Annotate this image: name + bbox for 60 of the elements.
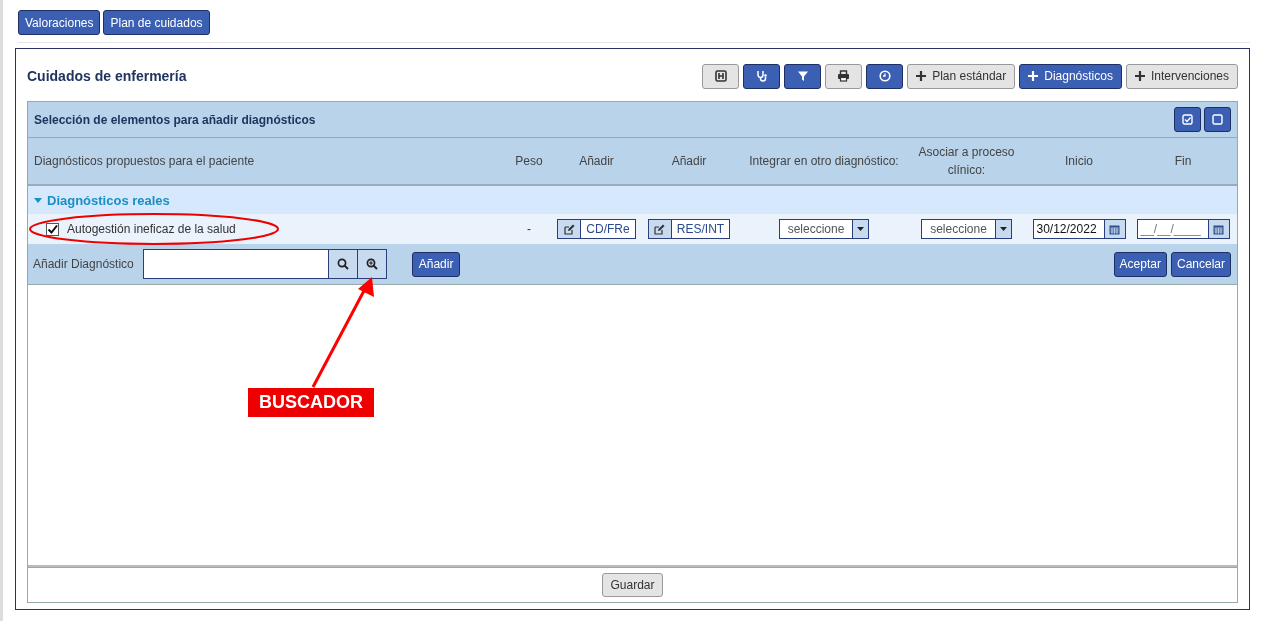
annotation-label: BUSCADOR bbox=[248, 388, 374, 417]
toolbar-button[interactable]: Plan estándar bbox=[907, 63, 1016, 89]
plus-icon bbox=[916, 71, 927, 81]
stethoscope-button[interactable] bbox=[743, 63, 781, 89]
clock-icon bbox=[878, 70, 891, 82]
section-title: Selección de elementos para añadir diagnósticos bbox=[34, 112, 316, 127]
edit-field[interactable]: RES/INT bbox=[647, 219, 731, 239]
action-button[interactable]: Cancelar bbox=[1170, 251, 1231, 277]
print-button[interactable] bbox=[825, 63, 863, 89]
filter-button[interactable] bbox=[784, 63, 822, 89]
toolbar-button[interactable]: Diagnósticos bbox=[1019, 63, 1122, 89]
caret-icon bbox=[999, 227, 1007, 231]
arrow-icon bbox=[310, 277, 376, 389]
deselect-all-button[interactable] bbox=[1204, 107, 1231, 132]
tab-button[interactable]: Valoraciones bbox=[18, 10, 101, 35]
save-button[interactable]: Guardar bbox=[602, 573, 663, 597]
add-button[interactable]: Añadir bbox=[411, 251, 461, 277]
search-button[interactable] bbox=[328, 249, 358, 279]
column-header: Añadir bbox=[670, 153, 708, 170]
toolbar-button[interactable]: Intervenciones bbox=[1125, 63, 1238, 89]
save-icon bbox=[714, 70, 727, 82]
calendar-icon bbox=[1213, 223, 1224, 235]
diagnosis-name: Autogestión ineficaz de la salud bbox=[67, 222, 236, 236]
square-icon bbox=[1212, 114, 1223, 125]
column-header: Integrar en otro diagnóstico: bbox=[748, 153, 900, 170]
select-dropdown[interactable]: seleccione bbox=[778, 219, 870, 239]
print-icon bbox=[837, 70, 851, 82]
column-header: Diagnósticos propuestos para el paciente bbox=[33, 153, 256, 170]
save-button[interactable] bbox=[702, 63, 740, 89]
select-all-button[interactable] bbox=[1174, 107, 1201, 132]
stethoscope-icon bbox=[755, 70, 768, 82]
zoom-in-icon bbox=[365, 258, 378, 270]
date-field[interactable]: 30/12/2022 bbox=[1032, 219, 1126, 239]
checkbox[interactable] bbox=[46, 222, 59, 236]
tab-button[interactable]: Plan de cuidados bbox=[103, 10, 210, 35]
edit-field[interactable]: CD/FRe bbox=[557, 219, 636, 239]
column-header: Fin bbox=[1173, 153, 1193, 170]
search-icon bbox=[336, 258, 349, 270]
clock-button[interactable] bbox=[866, 63, 904, 89]
select-dropdown[interactable]: seleccione bbox=[921, 219, 1012, 239]
search-field[interactable] bbox=[142, 249, 329, 279]
caret-icon bbox=[857, 227, 865, 231]
plus-icon bbox=[1028, 71, 1039, 81]
add-diagnosis-label: Añadir Diagnóstico bbox=[33, 257, 134, 271]
column-header: Asociar a proceso clínico: bbox=[917, 144, 1016, 179]
panel-title: Cuidados de enfermería bbox=[27, 68, 187, 84]
column-header: Inicio bbox=[1064, 153, 1094, 170]
caret-icon bbox=[34, 196, 42, 204]
advanced-search-button[interactable] bbox=[357, 249, 387, 279]
edit-icon bbox=[563, 223, 575, 235]
checkbox-icon bbox=[1182, 114, 1193, 125]
column-header: Añadir bbox=[578, 153, 615, 170]
date-field[interactable]: __/__/____ bbox=[1136, 219, 1230, 239]
filter-icon bbox=[796, 70, 809, 82]
weight-cell-text: - bbox=[526, 222, 532, 236]
column-header: Peso bbox=[514, 153, 544, 170]
plus-icon bbox=[1134, 71, 1145, 81]
edit-icon bbox=[654, 223, 666, 235]
action-button[interactable]: Aceptar bbox=[1113, 251, 1167, 277]
calendar-icon bbox=[1109, 223, 1120, 235]
